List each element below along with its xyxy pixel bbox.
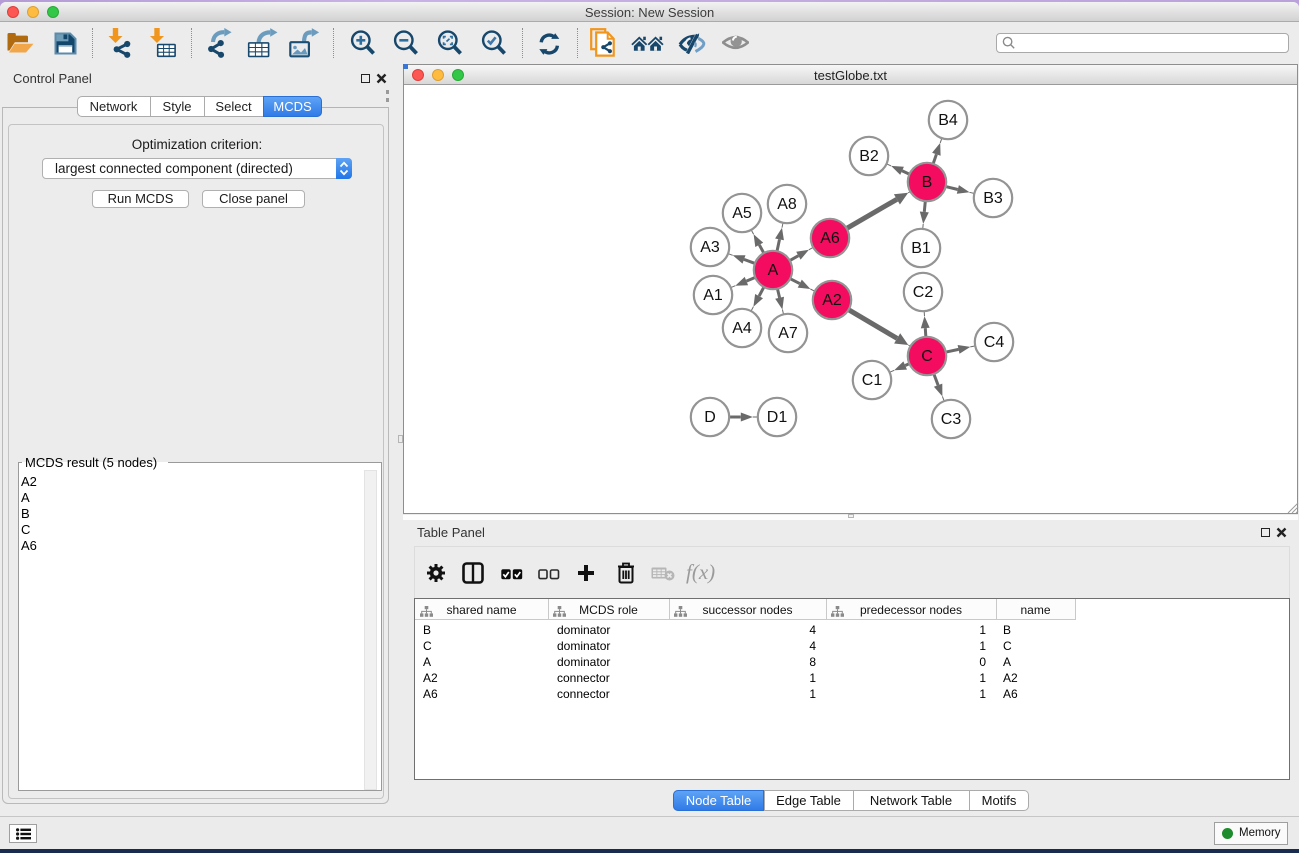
svg-text:C1: C1 [862, 372, 883, 389]
svg-text:B: B [922, 174, 933, 191]
svg-text:A: A [768, 262, 779, 279]
svg-text:C3: C3 [941, 411, 962, 428]
svg-text:D1: D1 [767, 409, 788, 426]
svg-text:A5: A5 [732, 205, 752, 222]
svg-text:A4: A4 [732, 320, 752, 337]
svg-text:A3: A3 [700, 239, 720, 256]
svg-text:B4: B4 [938, 112, 958, 129]
svg-text:D: D [704, 409, 716, 426]
svg-text:C4: C4 [984, 334, 1005, 351]
svg-text:B2: B2 [859, 148, 879, 165]
svg-text:A8: A8 [777, 196, 797, 213]
svg-text:A2: A2 [822, 292, 842, 309]
svg-text:A7: A7 [778, 325, 798, 342]
svg-text:C: C [921, 348, 933, 365]
svg-text:C2: C2 [913, 284, 934, 301]
svg-text:B1: B1 [911, 240, 931, 257]
svg-text:A6: A6 [820, 230, 840, 247]
svg-text:B3: B3 [983, 190, 1003, 207]
svg-text:A1: A1 [703, 287, 723, 304]
